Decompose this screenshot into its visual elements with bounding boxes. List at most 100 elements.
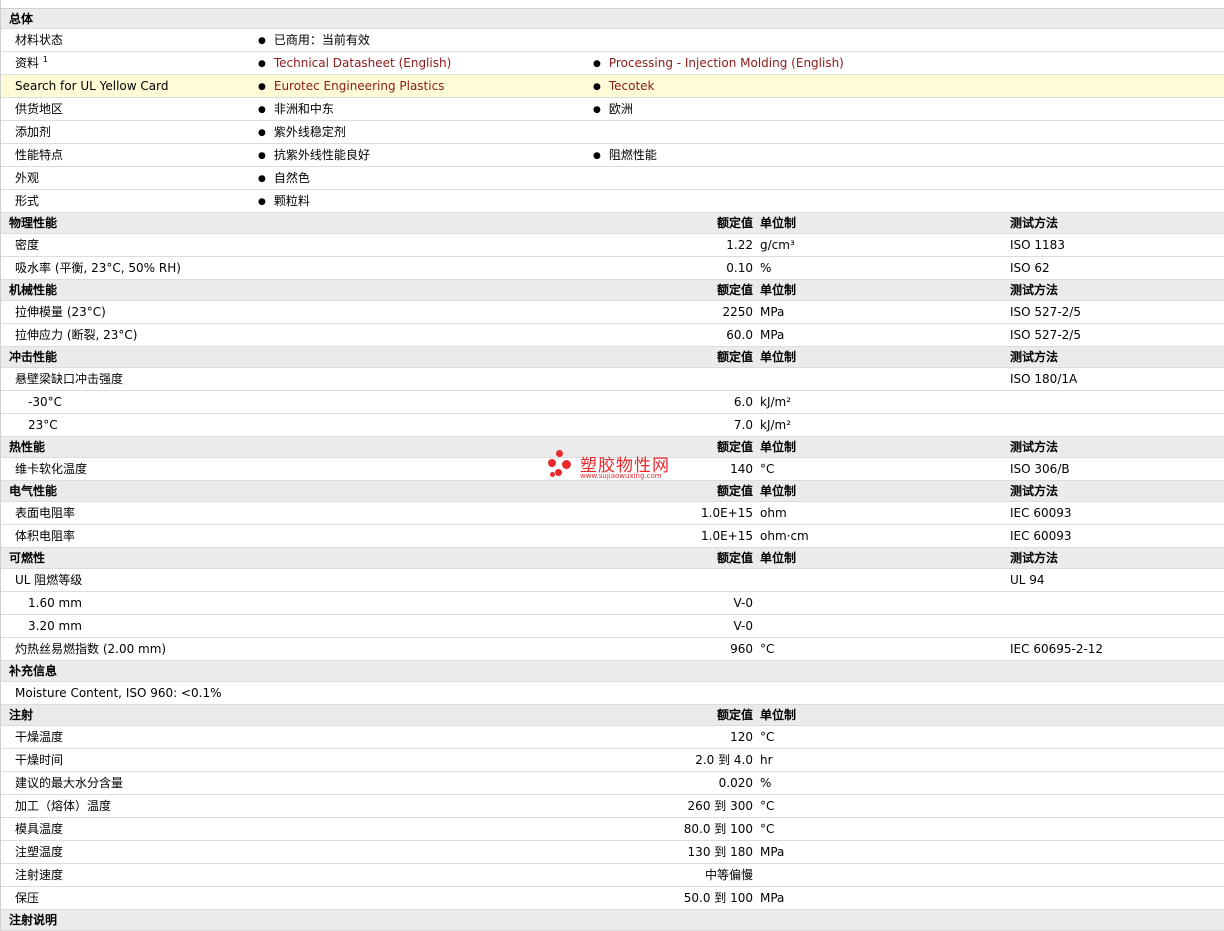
header-unit: 单位制 xyxy=(760,708,797,722)
row-value: 2250 xyxy=(722,305,753,319)
section-flammability: 可燃性 额定值 单位制 测试方法 xyxy=(1,548,1224,569)
row-method: ISO 527-2/5 xyxy=(1010,305,1081,319)
row-method: IEC 60093 xyxy=(1010,529,1072,543)
row-value: 80.0 到 100 xyxy=(683,822,753,836)
row-drying-temp: 干燥温度 120 °C xyxy=(1,726,1224,749)
row-label: 吸水率 (平衡, 23°C, 50% RH) xyxy=(15,261,181,275)
row-unit: °C xyxy=(760,730,775,744)
row-label: -30°C xyxy=(28,395,62,409)
row-density: 密度 1.22 g/cm³ ISO 1183 xyxy=(1,234,1224,257)
row-label: 拉伸模量 (23°C) xyxy=(15,305,106,319)
row-unit: °C xyxy=(760,462,775,476)
row-water-absorption: 吸水率 (平衡, 23°C, 50% RH) 0.10 % ISO 62 xyxy=(1,257,1224,280)
row-ul-320: 3.20 mm V-0 xyxy=(1,615,1224,638)
row-form: 形式 颗粒料 xyxy=(1,190,1224,213)
row-method: IEC 60695-2-12 xyxy=(1010,642,1104,656)
row-label: 保压 xyxy=(15,891,40,905)
row-label: 供货地区 xyxy=(15,102,64,116)
row-ul-yellow-card: Search for UL Yellow Card Eurotec Engine… xyxy=(1,75,1224,98)
row-max-moisture: 建议的最大水分含量 0.020 % xyxy=(1,772,1224,795)
header-unit: 单位制 xyxy=(760,283,797,297)
section-supplement: 补充信息 xyxy=(1,661,1224,682)
header-value: 额定值 xyxy=(716,484,753,498)
row-value: 1.0E+15 xyxy=(701,506,753,520)
row-ul-160: 1.60 mm V-0 xyxy=(1,592,1224,615)
row-method: ISO 62 xyxy=(1010,261,1050,275)
row-method: ISO 180/1A xyxy=(1010,372,1078,386)
link-processing-injection-molding[interactable]: Processing - Injection Molding (English) xyxy=(609,56,844,70)
row-glow-wire: 灼热丝易燃指数 (2.00 mm) 960 °C IEC 60695-2-12 xyxy=(1,638,1224,661)
link-eurotec[interactable]: Eurotec Engineering Plastics xyxy=(274,79,445,93)
row-unit: hr xyxy=(760,753,773,767)
row-appearance: 外观 自然色 xyxy=(1,167,1224,190)
row-supply-region: 供货地区 非洲和中东 欧洲 xyxy=(1,98,1224,121)
row-value: V-0 xyxy=(733,619,753,633)
header-unit: 单位制 xyxy=(760,484,797,498)
section-title: 总体 xyxy=(9,12,34,26)
row-label: 形式 xyxy=(15,194,40,208)
row-method: ISO 527-2/5 xyxy=(1010,328,1081,342)
row-label: 资料 1 xyxy=(15,55,48,71)
header-method: 测试方法 xyxy=(1010,350,1059,364)
header-value: 额定值 xyxy=(716,216,753,230)
additive-value: 紫外线稳定剂 xyxy=(258,121,346,145)
row-value: 0.020 xyxy=(718,776,753,790)
row-label: 体积电阻率 xyxy=(15,529,76,543)
row-label: 拉伸应力 (断裂, 23°C) xyxy=(15,328,138,342)
appearance-value: 自然色 xyxy=(258,167,310,191)
section-injection-notes: 注射说明 xyxy=(1,910,1224,931)
row-label: 模具温度 xyxy=(15,822,64,836)
section-electrical: 电气性能 额定值 单位制 测试方法 xyxy=(1,481,1224,502)
row-label: 建议的最大水分含量 xyxy=(15,776,124,790)
row-unit: ohm·cm xyxy=(760,529,809,543)
row-unit: g/cm³ xyxy=(760,238,795,252)
row-value: V-0 xyxy=(733,596,753,610)
row-documents: 资料 1 Technical Datasheet (English) Proce… xyxy=(1,52,1224,75)
section-title: 补充信息 xyxy=(9,664,58,678)
region-value: 欧洲 xyxy=(593,98,633,122)
row-drying-time: 干燥时间 2.0 到 4.0 hr xyxy=(1,749,1224,772)
row-material-status: 材料状态 已商用：当前有效 xyxy=(1,29,1224,52)
section-title: 电气性能 xyxy=(9,484,58,498)
section-general: 总体 xyxy=(1,8,1224,29)
row-additive: 添加剂 紫外线稳定剂 xyxy=(1,121,1224,144)
row-label: UL 阻燃等级 xyxy=(15,573,83,587)
status-value: 已商用：当前有效 xyxy=(258,29,370,53)
form-value: 颗粒料 xyxy=(258,190,310,214)
section-title: 冲击性能 xyxy=(9,350,58,364)
row-label: 1.60 mm xyxy=(28,596,82,610)
header-unit: 单位制 xyxy=(760,216,797,230)
section-physical: 物理性能 额定值 单位制 测试方法 xyxy=(1,213,1224,234)
row-unit: kJ/m² xyxy=(760,395,792,409)
header-method: 测试方法 xyxy=(1010,283,1059,297)
row-label: 性能特点 xyxy=(15,148,64,162)
link-technical-datasheet[interactable]: Technical Datasheet (English) xyxy=(274,56,451,70)
row-label: 悬壁梁缺口冲击强度 xyxy=(15,372,124,386)
header-value: 额定值 xyxy=(716,551,753,565)
row-label: 维卡软化温度 xyxy=(15,462,88,476)
header-method: 测试方法 xyxy=(1010,440,1059,454)
section-injection: 注射 额定值 单位制 xyxy=(1,705,1224,726)
row-unit: kJ/m² xyxy=(760,418,792,432)
row-unit: % xyxy=(760,261,772,275)
header-unit: 单位制 xyxy=(760,551,797,565)
section-impact: 冲击性能 额定值 单位制 测试方法 xyxy=(1,347,1224,368)
section-mechanical: 机械性能 额定值 单位制 测试方法 xyxy=(1,280,1224,301)
header-unit: 单位制 xyxy=(760,350,797,364)
row-unit: °C xyxy=(760,799,775,813)
row-value: 中等偏慢 xyxy=(704,868,753,882)
header-value: 额定值 xyxy=(716,708,753,722)
row-vicat: 维卡软化温度 140 °C ISO 306/B xyxy=(1,458,1224,481)
row-label: 23°C xyxy=(28,418,58,432)
row-unit: °C xyxy=(760,642,775,656)
section-title: 物理性能 xyxy=(9,216,58,230)
row-method: UL 94 xyxy=(1010,573,1045,587)
row-unit: ohm xyxy=(760,506,787,520)
row-label: 注射速度 xyxy=(15,868,64,882)
link-tecotek[interactable]: Tecotek xyxy=(609,79,655,93)
row-label: 注塑温度 xyxy=(15,845,64,859)
row-injection-pressure: 注塑温度 130 到 180 MPa xyxy=(1,841,1224,864)
row-label: Search for UL Yellow Card xyxy=(15,79,169,93)
row-mold-temp: 模具温度 80.0 到 100 °C xyxy=(1,818,1224,841)
row-label: 材料状态 xyxy=(15,33,64,47)
